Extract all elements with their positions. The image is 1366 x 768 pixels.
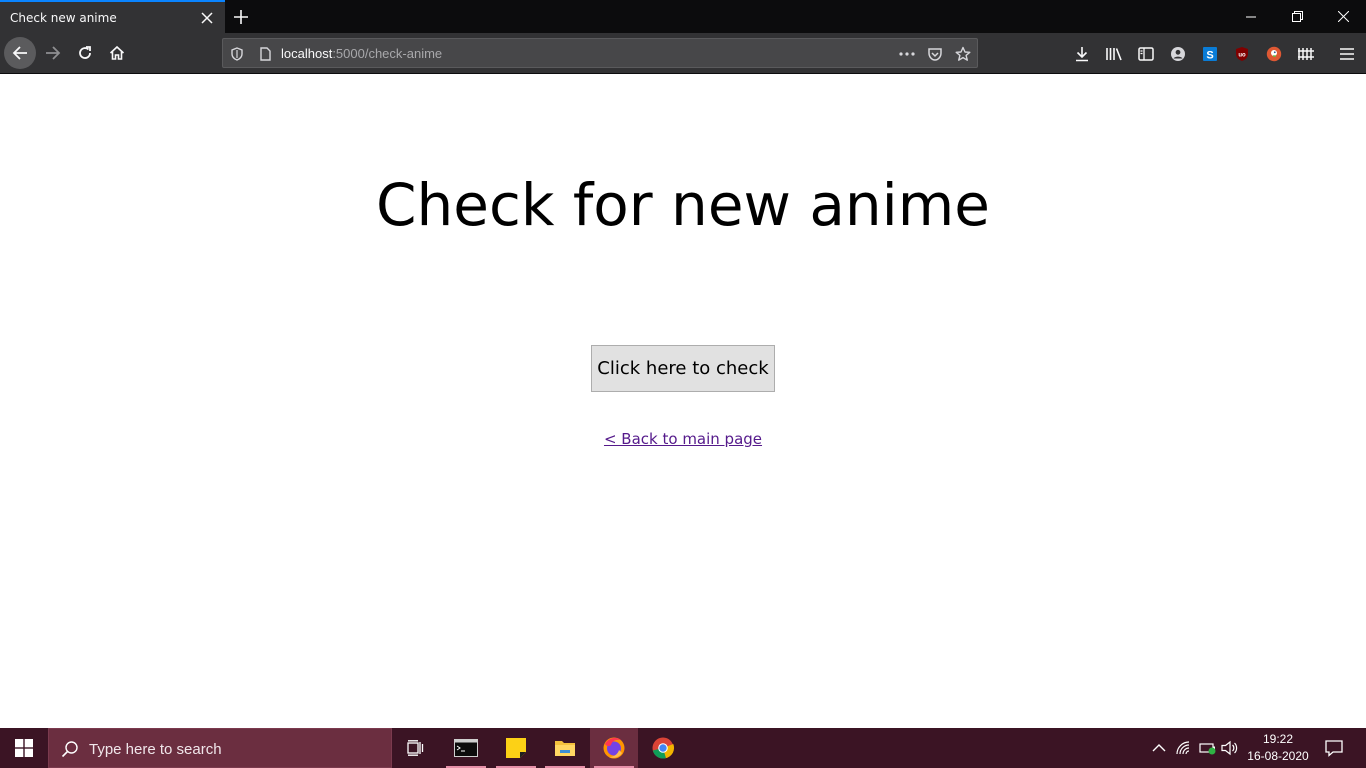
minimize-icon[interactable]: [1228, 0, 1274, 33]
back-to-main-page-link[interactable]: < Back to main page: [0, 430, 1366, 448]
close-icon[interactable]: [198, 9, 216, 27]
navigation-toolbar: localhost:5000/check-anime S uo: [0, 33, 1366, 74]
clock-time: 19:22: [1262, 732, 1294, 746]
forward-arrow-icon[interactable]: [37, 37, 69, 69]
notification-icon[interactable]: [1324, 738, 1344, 758]
tab-title: Check new anime: [10, 11, 117, 25]
reload-icon[interactable]: [69, 37, 101, 69]
network-icon[interactable]: [1175, 739, 1193, 757]
plus-icon[interactable]: [230, 6, 252, 28]
pocket-icon[interactable]: [926, 45, 944, 63]
tab-strip: Check new anime: [0, 0, 1366, 33]
windows-icon[interactable]: [0, 728, 48, 768]
menu-icon[interactable]: [1337, 44, 1357, 64]
close-window-icon[interactable]: [1320, 0, 1366, 33]
address-bar[interactable]: localhost:5000/check-anime: [222, 38, 978, 68]
chrome-icon[interactable]: [639, 728, 687, 768]
windows-taskbar: Type here to search 19:22 16-08-2020: [0, 728, 1366, 768]
extension-icon[interactable]: [1296, 44, 1316, 64]
back-arrow-icon[interactable]: [4, 37, 36, 69]
download-icon[interactable]: [1072, 44, 1092, 64]
skype-icon[interactable]: S: [1200, 44, 1220, 64]
file-explorer-icon[interactable]: [541, 728, 589, 768]
restore-icon[interactable]: [1274, 0, 1320, 33]
svg-text:S: S: [1206, 49, 1213, 61]
terminal-icon[interactable]: [442, 728, 490, 768]
tab-check-new-anime[interactable]: Check new anime: [0, 0, 225, 33]
taskbar-search-box[interactable]: Type here to search: [48, 728, 392, 768]
page-icon[interactable]: [256, 45, 274, 63]
search-placeholder: Type here to search: [89, 741, 222, 758]
star-icon[interactable]: [954, 45, 972, 63]
account-icon[interactable]: [1168, 44, 1188, 64]
sidebar-icon[interactable]: [1136, 44, 1156, 64]
url-path: :5000/check-anime: [332, 46, 443, 61]
url-host: localhost: [281, 46, 333, 61]
firefox-icon[interactable]: [590, 728, 638, 768]
volume-icon[interactable]: [1221, 739, 1239, 757]
home-icon[interactable]: [101, 37, 133, 69]
library-icon[interactable]: [1104, 44, 1124, 64]
chevron-up-icon[interactable]: [1150, 739, 1168, 757]
system-clock[interactable]: 19:22 16-08-2020: [1244, 731, 1312, 765]
url-text: localhost:5000/check-anime: [281, 46, 442, 61]
duckduckgo-icon[interactable]: [1264, 44, 1284, 64]
page-title: Check for new anime: [376, 171, 990, 239]
sticky-notes-icon[interactable]: [492, 728, 540, 768]
check-button[interactable]: Click here to check: [591, 345, 775, 392]
clock-date: 16-08-2020: [1247, 749, 1309, 763]
shield-icon[interactable]: [228, 45, 246, 63]
more-dots-icon[interactable]: [898, 45, 916, 63]
battery-icon[interactable]: [1199, 739, 1217, 757]
task-view-icon[interactable]: [392, 728, 440, 768]
page-content: Check for new anime Click here to check …: [0, 75, 1366, 728]
svg-text:uo: uo: [1238, 53, 1246, 59]
search-icon: [61, 740, 79, 762]
ublock-icon[interactable]: uo: [1232, 44, 1252, 64]
